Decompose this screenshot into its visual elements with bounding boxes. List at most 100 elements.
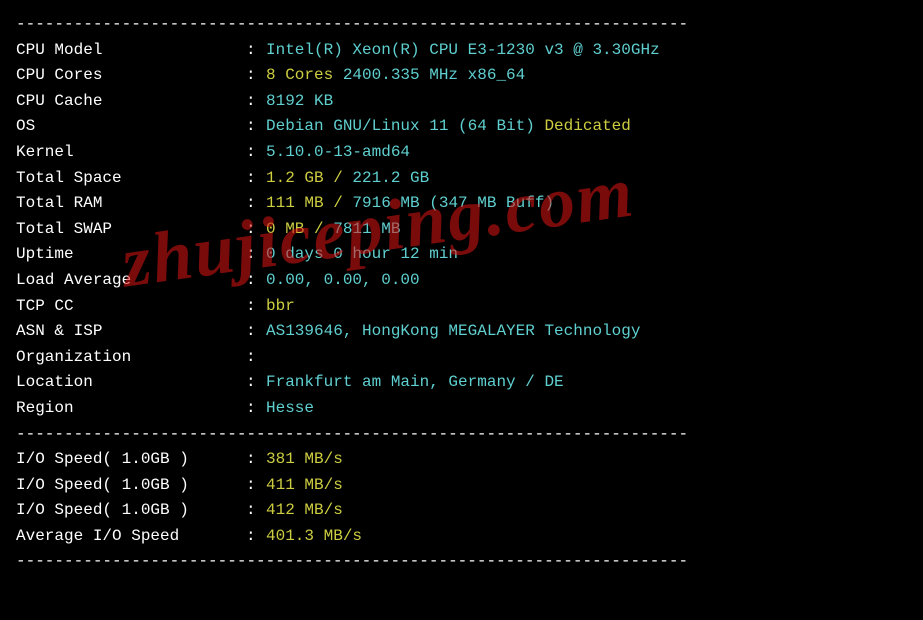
row-label: Location — [16, 370, 246, 396]
row-label: Load Average — [16, 268, 246, 294]
row-value: 0 days 0 hour 12 min — [266, 242, 907, 268]
value-part: 7916 MB — [352, 194, 429, 212]
info-row: Total SWAP: 0 MB / 7811 MB — [16, 217, 907, 243]
row-colon: : — [246, 166, 266, 192]
row-label: Uptime — [16, 242, 246, 268]
row-value: 0 MB / 7811 MB — [266, 217, 907, 243]
row-value: 111 MB / 7916 MB (347 MB Buff) — [266, 191, 907, 217]
info-row: Uptime: 0 days 0 hour 12 min — [16, 242, 907, 268]
value-part: 8 Cores — [266, 66, 343, 84]
row-colon: : — [246, 345, 266, 371]
divider-mid: ----------------------------------------… — [16, 422, 907, 448]
row-label: CPU Cache — [16, 89, 246, 115]
info-row: Region: Hesse — [16, 396, 907, 422]
row-value: 5.10.0-13-amd64 — [266, 140, 907, 166]
row-label: Region — [16, 396, 246, 422]
info-row: Total RAM: 111 MB / 7916 MB (347 MB Buff… — [16, 191, 907, 217]
row-colon: : — [246, 370, 266, 396]
row-label: OS — [16, 114, 246, 140]
row-value: Intel(R) Xeon(R) CPU E3-1230 v3 @ 3.30GH… — [266, 38, 907, 64]
info-row: CPU Cores: 8 Cores 2400.335 MHz x86_64 — [16, 63, 907, 89]
value-part: bbr — [266, 297, 295, 315]
row-colon: : — [246, 447, 266, 473]
value-part: 0 MB / — [266, 220, 333, 238]
value-part: Dedicated — [544, 117, 630, 135]
row-value: bbr — [266, 294, 907, 320]
row-colon: : — [246, 191, 266, 217]
row-colon: : — [246, 524, 266, 550]
info-row: Organization: — [16, 345, 907, 371]
system-info-section: CPU Model: Intel(R) Xeon(R) CPU E3-1230 … — [16, 38, 907, 422]
row-value: 8 Cores 2400.335 MHz x86_64 — [266, 63, 907, 89]
row-value: 411 MB/s — [266, 473, 907, 499]
row-label: ASN & ISP — [16, 319, 246, 345]
row-label: I/O Speed( 1.0GB ) — [16, 498, 246, 524]
value-part: Intel(R) Xeon(R) CPU E3-1230 v3 @ 3.30GH… — [266, 41, 660, 59]
row-value: 381 MB/s — [266, 447, 907, 473]
row-colon: : — [246, 217, 266, 243]
row-colon: : — [246, 38, 266, 64]
value-part: (347 MB Buff) — [429, 194, 554, 212]
info-row: I/O Speed( 1.0GB ): 381 MB/s — [16, 447, 907, 473]
row-label: Average I/O Speed — [16, 524, 246, 550]
row-label: CPU Model — [16, 38, 246, 64]
info-row: OS: Debian GNU/Linux 11 (64 Bit) Dedicat… — [16, 114, 907, 140]
value-part: 0 days 0 hour 12 min — [266, 245, 458, 263]
row-colon: : — [246, 114, 266, 140]
row-colon: : — [246, 89, 266, 115]
value-part: 411 MB/s — [266, 476, 343, 494]
value-part: 381 MB/s — [266, 450, 343, 468]
row-value — [266, 345, 907, 371]
row-colon: : — [246, 319, 266, 345]
row-colon: : — [246, 242, 266, 268]
row-value: Hesse — [266, 396, 907, 422]
row-label: TCP CC — [16, 294, 246, 320]
row-label: Total RAM — [16, 191, 246, 217]
value-part: 111 MB / — [266, 194, 352, 212]
row-colon: : — [246, 63, 266, 89]
row-label: I/O Speed( 1.0GB ) — [16, 473, 246, 499]
row-label: Kernel — [16, 140, 246, 166]
info-row: CPU Cache: 8192 KB — [16, 89, 907, 115]
row-colon: : — [246, 473, 266, 499]
value-part: 221.2 GB — [352, 169, 429, 187]
info-row: Load Average: 0.00, 0.00, 0.00 — [16, 268, 907, 294]
value-part: 1.2 GB / — [266, 169, 352, 187]
value-part: Debian GNU/Linux 11 (64 Bit) — [266, 117, 544, 135]
row-colon: : — [246, 268, 266, 294]
value-part: x86_64 — [468, 66, 526, 84]
row-label: I/O Speed( 1.0GB ) — [16, 447, 246, 473]
row-colon: : — [246, 294, 266, 320]
row-label: Total Space — [16, 166, 246, 192]
row-value: 0.00, 0.00, 0.00 — [266, 268, 907, 294]
row-label: CPU Cores — [16, 63, 246, 89]
info-row: I/O Speed( 1.0GB ): 411 MB/s — [16, 473, 907, 499]
value-part: AS139646, HongKong MEGALAYER Technology — [266, 322, 640, 340]
row-value: Frankfurt am Main, Germany / DE — [266, 370, 907, 396]
divider-bottom: ----------------------------------------… — [16, 549, 907, 575]
value-part: 412 MB/s — [266, 501, 343, 519]
value-part: Frankfurt am Main, Germany / DE — [266, 373, 564, 391]
row-value: 401.3 MB/s — [266, 524, 907, 550]
row-colon: : — [246, 140, 266, 166]
info-row: Location: Frankfurt am Main, Germany / D… — [16, 370, 907, 396]
info-row: Total Space: 1.2 GB / 221.2 GB — [16, 166, 907, 192]
value-part: 5.10.0-13-amd64 — [266, 143, 410, 161]
info-row: Average I/O Speed: 401.3 MB/s — [16, 524, 907, 550]
row-label: Total SWAP — [16, 217, 246, 243]
row-colon: : — [246, 396, 266, 422]
row-colon: : — [246, 498, 266, 524]
value-part: 0.00, 0.00, 0.00 — [266, 271, 420, 289]
row-value: AS139646, HongKong MEGALAYER Technology — [266, 319, 907, 345]
row-value: Debian GNU/Linux 11 (64 Bit) Dedicated — [266, 114, 907, 140]
value-part: Hesse — [266, 399, 314, 417]
value-part: 401.3 MB/s — [266, 527, 362, 545]
value-part: 7811 MB — [333, 220, 400, 238]
divider-top: ----------------------------------------… — [16, 12, 907, 38]
info-row: ASN & ISP: AS139646, HongKong MEGALAYER … — [16, 319, 907, 345]
info-row: CPU Model: Intel(R) Xeon(R) CPU E3-1230 … — [16, 38, 907, 64]
row-value: 8192 KB — [266, 89, 907, 115]
row-label: Organization — [16, 345, 246, 371]
value-part: 2400.335 MHz — [343, 66, 468, 84]
row-value: 1.2 GB / 221.2 GB — [266, 166, 907, 192]
